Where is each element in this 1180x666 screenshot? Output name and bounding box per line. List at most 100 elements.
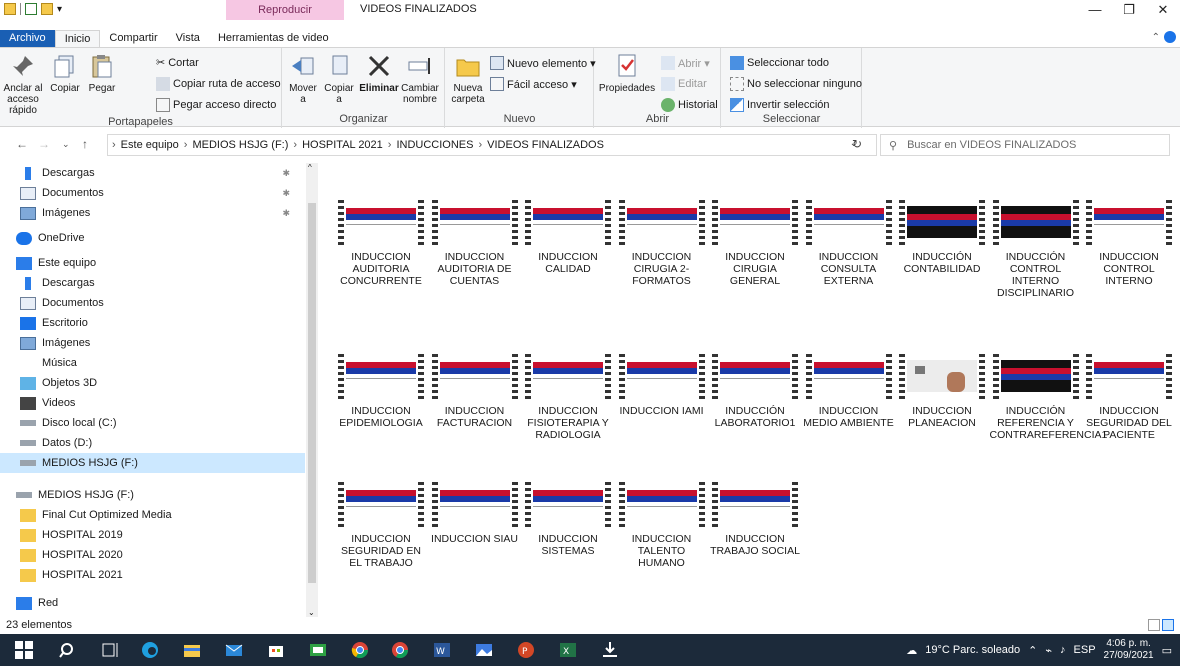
breadcrumb-inducciones[interactable]: INDUCCIONES [396, 139, 473, 151]
weather-icon[interactable]: ☁ [906, 644, 917, 657]
nav-item[interactable]: Datos (D:) [0, 433, 305, 453]
details-view-icon[interactable] [1148, 619, 1160, 631]
copy-to-button[interactable]: Copiar a [321, 52, 357, 105]
edit-button[interactable]: Editar [661, 77, 707, 91]
file-tile[interactable]: INDUCCION MEDIO AMBIENTE [803, 354, 895, 429]
properties-button[interactable]: Propiedades [597, 52, 657, 94]
windows-start-icon[interactable] [14, 640, 34, 660]
folder-icon[interactable] [4, 3, 16, 15]
open-button[interactable]: Abrir ▾ [661, 56, 710, 70]
easy-access-button[interactable]: Fácil acceso ▾ [490, 77, 577, 91]
search-input[interactable]: ⚲ Buscar en VIDEOS FINALIZADOS [880, 134, 1170, 156]
file-tile[interactable]: INDUCCION CIRUGIA GENERAL [709, 200, 801, 287]
help-icon[interactable] [1164, 31, 1176, 43]
nav-item[interactable]: HOSPITAL 2019 [0, 525, 305, 545]
pin-quick-access-button[interactable]: Anclar al acceso rápido [2, 52, 44, 116]
file-tile[interactable]: INDUCCION AUDITORIA DE CUENTAS [429, 200, 521, 287]
volume-icon[interactable]: ♪ [1060, 644, 1066, 656]
breadcrumb-hospital-2021[interactable]: HOSPITAL 2021 [302, 139, 383, 151]
nav-item[interactable]: Videos [0, 393, 305, 413]
clock[interactable]: 4:06 p. m. 27/09/2021 [1104, 638, 1154, 662]
mail-icon[interactable] [224, 640, 244, 660]
nav-item[interactable]: Documentos [0, 293, 305, 313]
address-bar[interactable]: › Este equipo › MEDIOS HSJG (F:) › HOSPI… [107, 134, 877, 156]
nav-item[interactable]: HOSPITAL 2021 [0, 565, 305, 585]
chrome-icon[interactable] [390, 640, 410, 660]
nav-item[interactable]: Disco local (C:) [0, 413, 305, 433]
history-button[interactable]: Historial [661, 98, 718, 112]
file-tile[interactable]: INDUCCION CONSULTA EXTERNA [803, 200, 895, 287]
select-none-button[interactable]: No seleccionar ninguno [730, 77, 862, 91]
nav-item[interactable]: Música [0, 353, 305, 373]
nav-scrollbar[interactable]: ^ ⌄ [306, 163, 318, 617]
pin-icon[interactable]: ✱ [282, 208, 290, 219]
file-tile[interactable]: INDUCCION FISIOTERAPIA Y RADIOLOGIA [522, 354, 614, 441]
search-icon[interactable] [58, 640, 78, 660]
forward-arrow-icon[interactable]: → [38, 137, 50, 151]
chrome-icon[interactable] [350, 640, 370, 660]
breadcrumb-medios[interactable]: MEDIOS HSJG (F:) [192, 139, 288, 151]
pin-icon[interactable]: ✱ [282, 188, 290, 199]
nav-item[interactable]: Red [0, 593, 305, 613]
file-tile[interactable]: INDUCCION SEGURIDAD DEL PACIENTE [1083, 354, 1175, 441]
scrollbar-thumb[interactable] [308, 203, 316, 583]
large-icons-view-icon[interactable] [1162, 619, 1174, 631]
nav-item[interactable]: Imágenes ✱ [0, 203, 305, 223]
file-tile[interactable]: INDUCCION SIAU [429, 482, 521, 545]
copy-button[interactable]: Copiar [48, 52, 82, 94]
chevron-right-icon[interactable]: › [478, 139, 482, 151]
new-folder-icon[interactable] [41, 3, 53, 15]
back-arrow-icon[interactable]: ← [16, 137, 28, 151]
chevron-right-icon[interactable]: › [388, 139, 392, 151]
file-tile[interactable]: INDUCCIÓN CONTROL INTERNO DISCIPLINARIO [990, 200, 1082, 299]
screen-app-icon[interactable] [308, 640, 328, 660]
minimize-button[interactable]: — [1078, 0, 1112, 20]
delete-button[interactable]: Eliminar [359, 52, 399, 94]
nav-item[interactable]: HOSPITAL 2020 [0, 545, 305, 565]
nav-item[interactable]: Final Cut Optimized Media [0, 505, 305, 525]
file-tile[interactable]: INDUCCION TRABAJO SOCIAL [709, 482, 801, 557]
file-tile[interactable]: INDUCCION SEGURIDAD EN EL TRABAJO [335, 482, 427, 569]
download-icon[interactable] [600, 640, 620, 660]
select-all-button[interactable]: Seleccionar todo [730, 56, 829, 70]
file-tile[interactable]: INDUCCIÓN CONTABILIDAD [896, 200, 988, 275]
file-tile[interactable]: INDUCCION TALENTO HUMANO [616, 482, 708, 569]
tab-herramientas-video[interactable]: Herramientas de video [209, 30, 338, 47]
chevron-right-icon[interactable]: › [293, 139, 297, 151]
powerpoint-icon[interactable]: P [516, 640, 536, 660]
maximize-button[interactable]: ❐ [1112, 0, 1146, 20]
file-tile[interactable]: INDUCCION AUDITORIA CONCURRENTE [335, 200, 427, 287]
file-tile[interactable]: INDUCCION IAMI [616, 354, 708, 417]
paste-shortcut-button[interactable]: Pegar acceso directo [156, 98, 276, 112]
copy-path-button[interactable]: Copiar ruta de acceso [156, 77, 281, 91]
tab-inicio[interactable]: Inicio [54, 30, 101, 47]
collapse-ribbon-icon[interactable]: ⌃ [1152, 32, 1160, 43]
file-tile[interactable]: INDUCCION SISTEMAS [522, 482, 614, 557]
nav-item[interactable]: Escritorio [0, 313, 305, 333]
weather-text[interactable]: 19°C Parc. soleado [925, 644, 1020, 656]
new-folder-button[interactable]: Nueva carpeta [450, 52, 486, 105]
invert-selection-button[interactable]: Invertir selección [730, 98, 830, 112]
breadcrumb-videos-finalizados[interactable]: VIDEOS FINALIZADOS [487, 139, 604, 151]
chevron-right-icon[interactable]: › [184, 139, 188, 151]
breadcrumb-este-equipo[interactable]: Este equipo [121, 139, 179, 151]
language-indicator[interactable]: ESP [1074, 644, 1096, 656]
file-tile[interactable]: INDUCCION PLANEACION [896, 354, 988, 429]
context-tab-reproducir[interactable]: Reproducir [226, 0, 344, 20]
file-tile[interactable]: INDUCCION EPIDEMIOLOGIA [335, 354, 427, 429]
task-view-icon[interactable] [100, 640, 120, 660]
nav-item[interactable]: Descargas ✱ [0, 163, 305, 183]
notifications-icon[interactable]: ▭ [1162, 644, 1172, 657]
nav-item[interactable]: Este equipo [0, 253, 305, 273]
tab-compartir[interactable]: Compartir [100, 30, 166, 47]
file-tile[interactable]: INDUCCION FACTURACION [429, 354, 521, 429]
chevron-up-icon[interactable]: ⌃ [1028, 644, 1037, 657]
new-item-button[interactable]: Nuevo elemento ▾ [490, 56, 596, 70]
customize-dropdown-icon[interactable]: ▾ [57, 4, 62, 15]
nav-item[interactable]: MEDIOS HSJG (F:) [0, 453, 305, 473]
cut-button[interactable]: ✂ Cortar [156, 56, 199, 70]
scroll-up-icon[interactable]: ^ [308, 163, 312, 172]
close-button[interactable]: ✕ [1146, 0, 1180, 20]
nav-item[interactable]: Descargas [0, 273, 305, 293]
scroll-down-icon[interactable]: ⌄ [308, 608, 315, 617]
